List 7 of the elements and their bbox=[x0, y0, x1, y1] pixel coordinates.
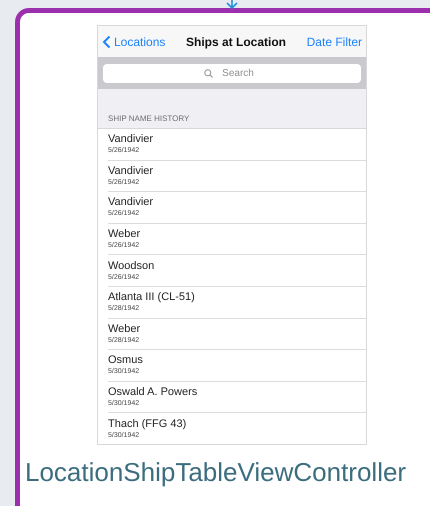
nav-title: Ships at Location bbox=[186, 34, 286, 48]
search-field[interactable]: Search bbox=[103, 64, 361, 82]
chevron-left-icon bbox=[102, 34, 111, 48]
search-icon bbox=[204, 68, 213, 78]
arrow-icon bbox=[225, 0, 239, 9]
section-header: SHIP NAME HISTORY bbox=[108, 114, 190, 123]
controller-caption: LocationShipTableViewController bbox=[25, 457, 408, 488]
